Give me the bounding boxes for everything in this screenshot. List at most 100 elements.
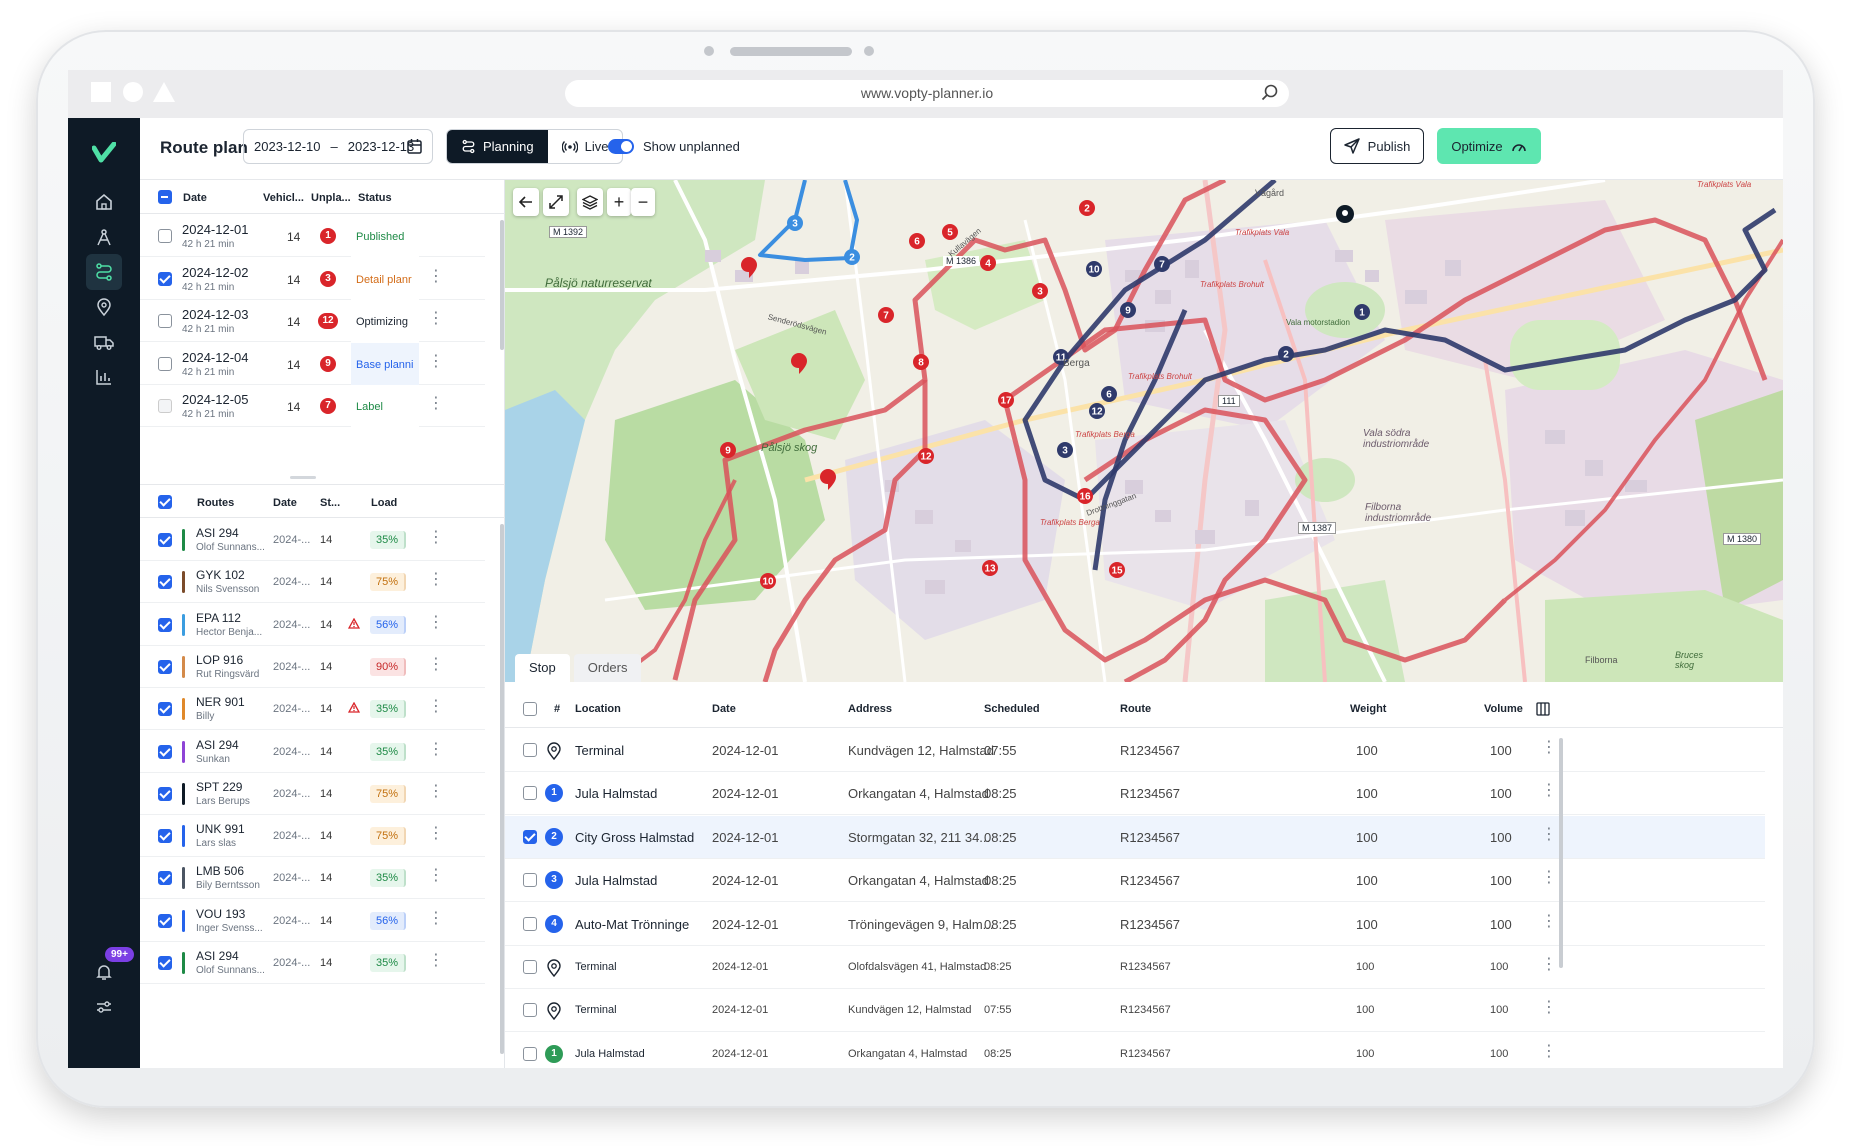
stop-marker-red[interactable]: 9 [720,442,736,458]
planning-tab[interactable]: Planning [447,130,548,163]
tab-orders[interactable]: Orders [573,654,642,682]
more-options-icon[interactable]: ⋮ [428,741,444,757]
route-row[interactable]: LOP 916 Rut Ringsvärd 2024-... 14 90% ⋮ [140,646,485,688]
more-options-icon[interactable]: ⋮ [1541,740,1557,756]
route-checkbox[interactable] [158,913,172,928]
address-bar[interactable]: www.vopty-planner.io [565,80,1289,107]
stop-row[interactable]: 2 City Gross Halmstad 2024-12-01 Stormga… [505,815,1765,859]
stop-marker-red[interactable]: 4 [980,255,996,271]
bar-chart-icon[interactable] [86,359,122,395]
stop-marker-blue[interactable]: 2 [844,249,860,265]
triangle-icon[interactable] [153,82,175,102]
route-checkbox[interactable] [158,956,172,970]
route-checkbox[interactable] [158,659,172,674]
compass-icon[interactable] [86,219,122,255]
more-options-icon[interactable]: ⋮ [428,953,444,969]
more-options-icon[interactable]: ⋮ [428,396,444,412]
toggle-switch[interactable] [608,139,634,154]
route-checkbox[interactable] [158,744,172,759]
route-row[interactable]: EPA 112 Hector Benja... 2024-... 14 56% … [140,604,485,646]
tab-stop[interactable]: Stop [515,654,570,682]
stop-marker-red[interactable]: 7 [878,307,894,323]
routes-scrollbar[interactable] [500,524,504,1054]
stop-marker-red[interactable]: 6 [909,233,925,249]
more-options-icon[interactable]: ⋮ [428,353,444,369]
columns-icon[interactable] [1536,702,1550,716]
plan-checkbox[interactable] [158,229,172,243]
stops-scrollbar[interactable] [1559,738,1563,968]
stop-checkbox[interactable] [523,873,537,888]
more-options-icon[interactable]: ⋮ [428,656,444,672]
more-options-icon[interactable]: ⋮ [428,268,444,284]
route-row[interactable]: LMB 506 Bily Berntsson 2024-... 14 35% ⋮ [140,857,485,900]
route-checkbox[interactable] [158,702,172,717]
more-options-icon[interactable]: ⋮ [428,699,444,715]
calendar-icon[interactable] [406,138,423,155]
stop-row[interactable]: Terminal 2024-12-01 Kundvägen 12, Halmst… [505,989,1765,1033]
logo-icon[interactable] [86,135,122,171]
more-options-icon[interactable]: ⋮ [428,868,444,884]
more-options-icon[interactable]: ⋮ [428,783,444,799]
stop-row[interactable]: 3 Jula Halmstad 2024-12-01 Orkangatan 4,… [505,859,1765,903]
stop-marker-red[interactable]: 2 [1079,200,1095,216]
expand-icon[interactable] [543,188,569,216]
back-arrow-icon[interactable] [513,188,539,216]
select-all-routes-checkbox[interactable] [158,495,172,509]
more-options-icon[interactable]: ⋮ [1541,826,1557,842]
more-options-icon[interactable]: ⋮ [1541,870,1557,886]
route-checkbox[interactable] [158,533,172,547]
more-options-icon[interactable]: ⋮ [428,530,444,546]
more-options-icon[interactable]: ⋮ [428,614,444,630]
zoom-in-icon[interactable]: + [607,188,631,216]
plan-row[interactable]: 2024-12-01 42 h 21 min 14 1 Published [140,215,485,259]
stop-marker-red[interactable]: 15 [1109,562,1125,578]
square-icon[interactable] [91,82,111,102]
settings-sliders-icon[interactable] [86,989,122,1025]
route-checkbox[interactable] [158,786,172,801]
plan-row[interactable]: 2024-12-05 42 h 21 min 14 7 Label ⋮ [140,385,485,429]
stop-checkbox[interactable] [523,960,537,974]
route-checkbox[interactable] [158,871,172,886]
stop-marker-blue[interactable]: 3 [787,215,803,231]
stop-marker-red[interactable]: 3 [1032,283,1048,299]
route-checkbox[interactable] [158,575,172,590]
route-row[interactable]: ASI 294 Olof Sunnans... 2024-... 14 35% … [140,519,485,561]
layers-icon[interactable] [577,188,603,216]
route-row[interactable]: NER 901 Billy 2024-... 14 35% ⋮ [140,688,485,731]
more-options-icon[interactable]: ⋮ [1541,1000,1557,1016]
stop-marker-red[interactable]: 13 [982,560,998,576]
stop-row[interactable]: Terminal 2024-12-01 Kundvägen 12, Halmst… [505,729,1765,772]
stop-marker-red[interactable]: 12 [918,448,934,464]
stop-marker-red[interactable]: 10 [760,573,776,589]
more-options-icon[interactable]: ⋮ [1541,957,1557,973]
more-options-icon[interactable]: ⋮ [1541,1043,1557,1059]
route-row[interactable]: ASI 294 Sunkan 2024-... 14 35% ⋮ [140,731,485,773]
search-icon[interactable] [1261,84,1279,102]
stop-checkbox[interactable] [523,829,537,844]
location-pin-icon[interactable] [86,289,122,325]
plan-row[interactable]: 2024-12-03 42 h 21 min 14 12 Optimizing … [140,300,485,344]
stop-row[interactable]: 1 Jula Halmstad 2024-12-01 Orkangatan 4,… [505,772,1765,816]
select-all-stops-checkbox[interactable] [523,702,537,716]
route-checkbox[interactable] [158,617,172,632]
more-options-icon[interactable]: ⋮ [1541,913,1557,929]
more-options-icon[interactable]: ⋮ [1541,783,1557,799]
optimize-button[interactable]: Optimize [1437,128,1541,164]
stop-marker-navy[interactable]: 1 [1354,304,1370,320]
route-row[interactable]: UNK 991 Lars slas 2024-... 14 75% ⋮ [140,815,485,858]
stop-checkbox[interactable] [523,1046,537,1061]
terminal-pin-icon[interactable] [1336,205,1354,223]
plan-row[interactable]: 2024-12-04 42 h 21 min 14 9 Base planni … [140,342,485,387]
stop-marker-navy[interactable]: 10 [1086,261,1102,277]
stop-row[interactable]: 4 Auto-Mat Trönninge 2024-12-01 Tröninge… [505,903,1765,946]
stop-checkbox[interactable] [523,916,537,931]
stop-row[interactable]: 1 Jula Halmstad 2024-12-01 Orkangatan 4,… [505,1033,1765,1068]
stop-row[interactable]: Terminal 2024-12-01 Olofdalsvägen 41, Ha… [505,946,1765,989]
stop-checkbox[interactable] [523,786,537,801]
stop-marker-navy[interactable]: 6 [1101,386,1117,402]
stop-marker-navy[interactable]: 2 [1278,346,1294,362]
plan-checkbox[interactable] [158,399,172,413]
route-map[interactable]: 2 5 6 4 3 7 8 17 9 12 16 13 15 10 10 7 9 [505,180,1783,682]
route-checkbox[interactable] [158,829,172,844]
date-range-picker[interactable]: 2023-12-10 – 2023-12-13 [243,129,433,164]
